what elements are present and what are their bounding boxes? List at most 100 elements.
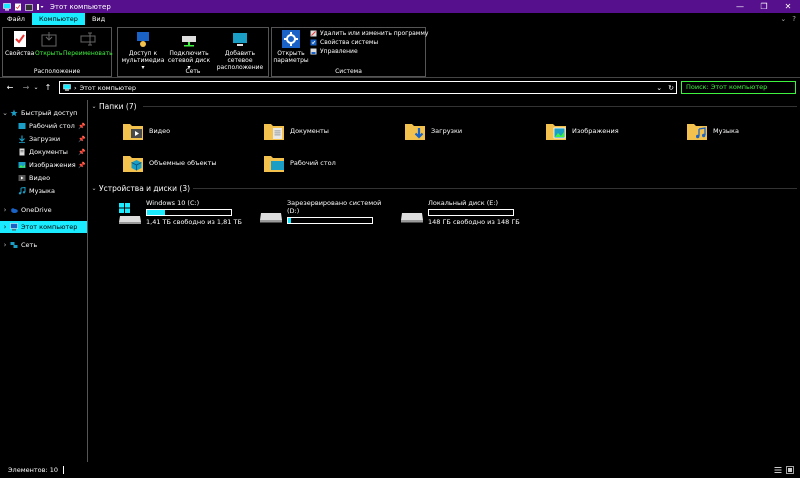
drive-c[interactable]: Windows 10 (C:) 1,41 ТБ свободно из 1,81… [118,199,242,226]
uninstall-program-button[interactable]: Удалить или изменить программу [310,30,428,37]
drive-usage-fill [147,210,166,215]
open-settings-label-1: Открыть [277,50,305,57]
up-button[interactable]: ↑ [42,83,54,92]
open-label: Открыть [35,50,63,57]
new-folder-quick-icon[interactable] [25,3,33,11]
window-title: Этот компьютер [50,2,111,11]
group-label-system: Система [335,68,362,75]
address-path[interactable]: Этот компьютер [80,84,136,92]
pin-icon[interactable]: 📌 [78,162,85,169]
recent-locations-button[interactable]: ⌄ [32,84,40,91]
nav-network[interactable]: › Сеть [0,239,38,251]
nav-pictures[interactable]: Изображения 📌 [8,159,85,171]
folder-documents[interactable]: Документы [263,120,329,142]
properties-quick-icon[interactable] [14,3,22,11]
media-access-button[interactable]: Доступ к мультимедиа ▾ [120,30,166,71]
open-button[interactable]: Открыть [35,30,62,57]
manage-icon [310,48,317,55]
view-switcher [774,466,794,474]
tab-view[interactable]: Вид [85,13,112,25]
folder-downloads-icon [404,120,426,142]
rename-icon [79,30,97,48]
tab-file[interactable]: Файл [0,13,32,25]
chevron-right-icon[interactable]: › [0,223,10,231]
system-properties-label: Свойства системы [320,39,379,46]
chevron-down-icon[interactable]: ⌄ [89,103,99,110]
refresh-button[interactable]: ↻ [668,84,674,92]
nav-quick-access[interactable]: ⌄ Быстрый доступ [0,107,77,119]
folder-pictures[interactable]: Изображения [545,120,619,142]
computer-icon [3,2,11,11]
chevron-down-icon[interactable]: ⌄ [0,109,10,117]
drive-d[interactable]: Зарезервировано системой (D:) [259,199,381,226]
folder-label: Музыка [713,127,739,135]
system-properties-button[interactable]: Свойства системы [310,39,428,46]
folder-label: Изображения [572,127,619,135]
forward-button[interactable]: → [20,83,32,92]
drives-section-header[interactable]: ⌄ Устройства и диски (3) [89,182,190,194]
back-button[interactable]: ← [4,83,16,92]
properties-button[interactable]: Свойства [5,30,34,57]
videos-icon [18,174,26,182]
help-icon[interactable]: ? [792,15,796,23]
chevron-down-icon[interactable]: ⌄ [89,185,99,192]
nav-desktop-label: Рабочий стол [29,122,75,130]
ribbon-group-location: Свойства Открыть Переименовать Расположе… [2,27,113,77]
nav-videos[interactable]: Видео [8,172,50,184]
add-network-location-button[interactable]: Добавить сетевое расположение [212,30,268,71]
folder-desktop[interactable]: Рабочий стол [263,152,336,174]
nav-documents[interactable]: Документы 📌 [8,146,85,158]
folder-videos[interactable]: Видео [122,120,170,142]
expand-ribbon-icon[interactable]: ⌄ [780,15,786,23]
minimize-button[interactable]: — [728,0,752,13]
rename-button[interactable]: Переименовать [63,30,113,57]
folders-section-header[interactable]: ⌄ Папки (7) [89,100,136,112]
uninstall-icon [310,30,317,37]
folder-videos-icon [122,120,144,142]
drive-usage-bar [146,209,232,216]
details-view-icon[interactable] [774,466,782,474]
folder-3d-objects-icon [122,152,144,174]
nav-music[interactable]: Музыка [8,185,55,197]
drive-e[interactable]: Локальный диск (E:) 148 ГБ свободно из 1… [400,199,520,226]
folder-label: Документы [290,127,329,135]
pin-icon[interactable]: 📌 [78,123,85,130]
media-access-label-1: Доступ к [128,50,158,57]
nav-downloads[interactable]: Загрузки 📌 [8,133,85,145]
nav-onedrive[interactable]: › OneDrive [0,204,52,216]
navigation-bar: ← → ⌄ ↑ › Этот компьютер ⌄ ↻ Поиск: Этот… [0,79,800,96]
drive-free-space: 148 ГБ свободно из 148 ГБ [428,218,520,226]
network-icon [10,241,18,249]
drive-d-info: Зарезервировано системой (D:) [287,199,381,226]
customize-quick-access-icon[interactable] [36,3,44,11]
close-button[interactable]: ✕ [776,0,800,13]
maximize-button[interactable]: ❐ [752,0,776,13]
search-input[interactable]: Поиск: Этот компьютер [681,81,796,94]
nav-desktop[interactable]: Рабочий стол 📌 [8,120,85,132]
folder-downloads[interactable]: Загрузки [404,120,462,142]
ribbon-tabs-right: ⌄ ? [780,13,796,25]
pin-icon[interactable]: 📌 [78,136,85,143]
nav-music-label: Музыка [29,187,55,195]
tab-computer[interactable]: Компьютер [31,13,85,25]
chevron-right-icon[interactable]: › [0,206,10,214]
status-bar: Элементов: 10 [0,462,800,478]
drive-name: Зарезервировано системой [287,199,382,207]
large-icons-view-icon[interactable] [786,466,794,474]
nav-documents-label: Документы [29,148,68,156]
folder-3d-objects[interactable]: Объемные объекты [122,152,217,174]
pin-icon[interactable]: 📌 [78,149,85,156]
folder-music-icon [686,120,708,142]
open-settings-label-2: параметры [273,57,309,64]
chevron-right-icon[interactable]: › [0,241,10,249]
drive-name: Локальный диск (E:) [428,199,499,207]
address-bar[interactable]: › Этот компьютер ⌄ ↻ [59,81,677,94]
folder-music[interactable]: Музыка [686,120,739,142]
manage-button[interactable]: Управление [310,48,428,55]
map-network-drive-button[interactable]: Подключить сетевой диск ▾ [166,30,212,71]
address-dropdown-button[interactable]: ⌄ [656,84,662,92]
open-settings-button[interactable]: Открыть параметры [273,30,309,64]
folder-label: Объемные объекты [149,159,217,167]
nav-this-pc[interactable]: › Этот компьютер [0,221,87,233]
folder-label: Загрузки [431,127,463,135]
